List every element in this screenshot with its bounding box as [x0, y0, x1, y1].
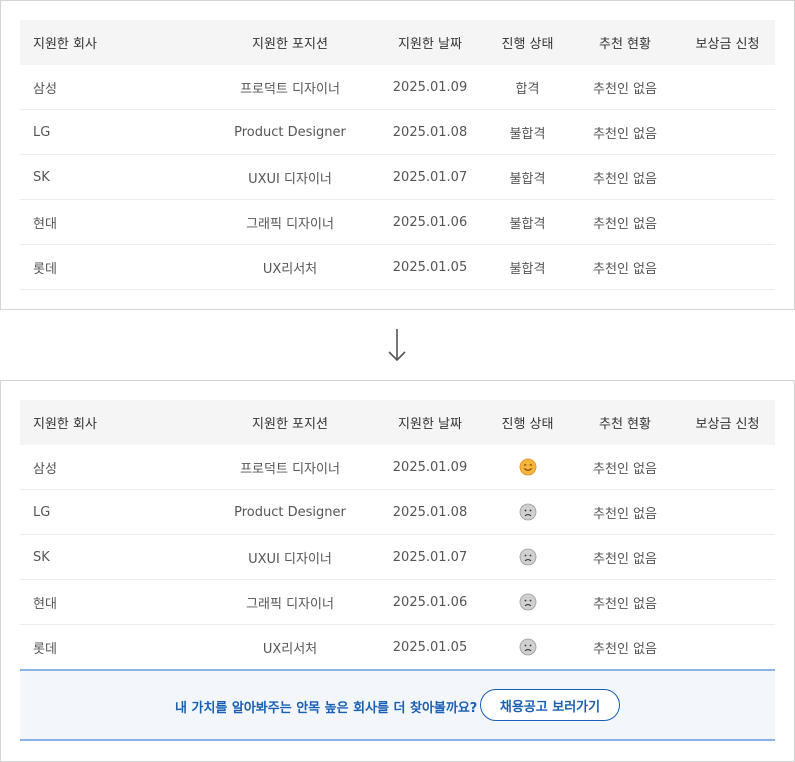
- cell-reward: [680, 534, 775, 580]
- cell-reward: [680, 445, 775, 490]
- cell-status: 불합격: [485, 199, 570, 245]
- column-header-date: 지원한 날짜: [375, 20, 485, 65]
- cell-company: 현대: [20, 199, 205, 245]
- cell-position: 그래픽 디자이너: [205, 579, 375, 625]
- column-header-status: 진행 상태: [485, 400, 570, 445]
- cell-position: 프로덕트 디자이너: [205, 445, 375, 490]
- cell-status: 불합격: [485, 154, 570, 200]
- cell-reward: [680, 109, 775, 155]
- cell-company: SK: [20, 534, 205, 580]
- applications-table-after-panel: 지원한 회사 지원한 포지션 지원한 날짜 진행 상태 추천 현황 보상금 신청…: [0, 380, 795, 762]
- column-header-recommend: 추천 현황: [570, 400, 680, 445]
- cell-date: 2025.01.08: [375, 109, 485, 155]
- cell-recommend: 추천인 없음: [570, 109, 680, 155]
- cell-reward: [680, 199, 775, 245]
- cell-recommend: 추천인 없음: [570, 534, 680, 580]
- cell-status: [485, 579, 570, 625]
- smiling-face-icon: [519, 458, 536, 476]
- cell-company: LG: [20, 109, 205, 155]
- cell-reward: [680, 579, 775, 625]
- cell-company: 현대: [20, 579, 205, 625]
- cell-date: 2025.01.09: [375, 445, 485, 490]
- table-row: 현대 그래픽 디자이너 2025.01.06 불합격 추천인 없음: [20, 199, 775, 245]
- cell-status: [485, 445, 570, 490]
- table-row: SK UXUI 디자이너 2025.01.07 추천인 없음: [20, 534, 775, 580]
- cell-date: 2025.01.06: [375, 199, 485, 245]
- table-row: 삼성 프로덕트 디자이너 2025.01.09 추천인 없음: [20, 445, 775, 490]
- table-row: 삼성 프로덕트 디자이너 2025.01.09 합격 추천인 없음: [20, 65, 775, 110]
- table-row: 롯데 UX리서처 2025.01.05 불합격 추천인 없음: [20, 244, 775, 290]
- cell-company: LG: [20, 489, 205, 535]
- table-header-row: 지원한 회사 지원한 포지션 지원한 날짜 진행 상태 추천 현황 보상금 신청: [20, 400, 775, 445]
- cell-recommend: 추천인 없음: [570, 199, 680, 245]
- column-header-status: 진행 상태: [485, 20, 570, 65]
- applications-table-before-panel: 지원한 회사 지원한 포지션 지원한 날짜 진행 상태 추천 현황 보상금 신청…: [0, 0, 795, 310]
- banner-text: 내 가치를 알아봐주는 안목 높은 회사를 더 찾아볼까요?: [175, 701, 478, 716]
- cell-date: 2025.01.05: [375, 624, 485, 670]
- sad-face-icon: [519, 638, 536, 656]
- cell-recommend: 추천인 없음: [570, 65, 680, 110]
- cell-date: 2025.01.05: [375, 244, 485, 290]
- cell-status: [485, 624, 570, 670]
- cell-position: UXUI 디자이너: [205, 534, 375, 580]
- table-row: 현대 그래픽 디자이너 2025.01.06 추천인 없음: [20, 579, 775, 625]
- cell-reward: [680, 489, 775, 535]
- table-header-row: 지원한 회사 지원한 포지션 지원한 날짜 진행 상태 추천 현황 보상금 신청: [20, 20, 775, 65]
- cell-position: 그래픽 디자이너: [205, 199, 375, 245]
- cell-company: 삼성: [20, 445, 205, 490]
- column-header-position: 지원한 포지션: [205, 400, 375, 445]
- applications-table-before: 지원한 회사 지원한 포지션 지원한 날짜 진행 상태 추천 현황 보상금 신청…: [20, 20, 775, 290]
- column-header-company: 지원한 회사: [20, 400, 205, 445]
- applications-table-after: 지원한 회사 지원한 포지션 지원한 날짜 진행 상태 추천 현황 보상금 신청…: [20, 400, 775, 670]
- cell-status: [485, 489, 570, 535]
- job-search-banner: 내 가치를 알아봐주는 안목 높은 회사를 더 찾아볼까요? 채용공고 보러가기: [20, 669, 775, 741]
- column-header-company: 지원한 회사: [20, 20, 205, 65]
- table-row: 롯데 UX리서처 2025.01.05 추천인 없음: [20, 624, 775, 670]
- cell-position: Product Designer: [205, 109, 375, 155]
- column-header-position: 지원한 포지션: [205, 20, 375, 65]
- column-header-reward: 보상금 신청: [680, 20, 775, 65]
- column-header-recommend: 추천 현황: [570, 20, 680, 65]
- cell-recommend: 추천인 없음: [570, 244, 680, 290]
- table-row: LG Product Designer 2025.01.08 추천인 없음: [20, 489, 775, 535]
- cell-recommend: 추천인 없음: [570, 445, 680, 490]
- cell-date: 2025.01.08: [375, 489, 485, 535]
- cell-position: UX리서처: [205, 624, 375, 670]
- table-row: SK UXUI 디자이너 2025.01.07 불합격 추천인 없음: [20, 154, 775, 200]
- cell-reward: [680, 65, 775, 110]
- cell-status: 불합격: [485, 109, 570, 155]
- cell-recommend: 추천인 없음: [570, 489, 680, 535]
- cell-position: Product Designer: [205, 489, 375, 535]
- cell-status: 합격: [485, 65, 570, 110]
- column-header-date: 지원한 날짜: [375, 400, 485, 445]
- cell-date: 2025.01.09: [375, 65, 485, 110]
- cell-recommend: 추천인 없음: [570, 579, 680, 625]
- down-arrow-icon: [388, 329, 406, 362]
- cell-position: 프로덕트 디자이너: [205, 65, 375, 110]
- sad-face-icon: [519, 548, 536, 566]
- cell-date: 2025.01.07: [375, 154, 485, 200]
- cell-position: UX리서처: [205, 244, 375, 290]
- cell-reward: [680, 154, 775, 200]
- cell-position: UXUI 디자이너: [205, 154, 375, 200]
- cell-reward: [680, 624, 775, 670]
- cell-date: 2025.01.06: [375, 579, 485, 625]
- cell-company: SK: [20, 154, 205, 200]
- column-header-reward: 보상금 신청: [680, 400, 775, 445]
- cell-reward: [680, 244, 775, 290]
- table-row: LG Product Designer 2025.01.08 불합격 추천인 없…: [20, 109, 775, 155]
- cell-status: 불합격: [485, 244, 570, 290]
- cell-date: 2025.01.07: [375, 534, 485, 580]
- sad-face-icon: [519, 593, 536, 611]
- cell-company: 삼성: [20, 65, 205, 110]
- view-job-postings-button[interactable]: 채용공고 보러가기: [480, 689, 620, 721]
- cell-company: 롯데: [20, 624, 205, 670]
- cell-company: 롯데: [20, 244, 205, 290]
- sad-face-icon: [519, 503, 536, 521]
- cell-recommend: 추천인 없음: [570, 624, 680, 670]
- cell-recommend: 추천인 없음: [570, 154, 680, 200]
- cell-status: [485, 534, 570, 580]
